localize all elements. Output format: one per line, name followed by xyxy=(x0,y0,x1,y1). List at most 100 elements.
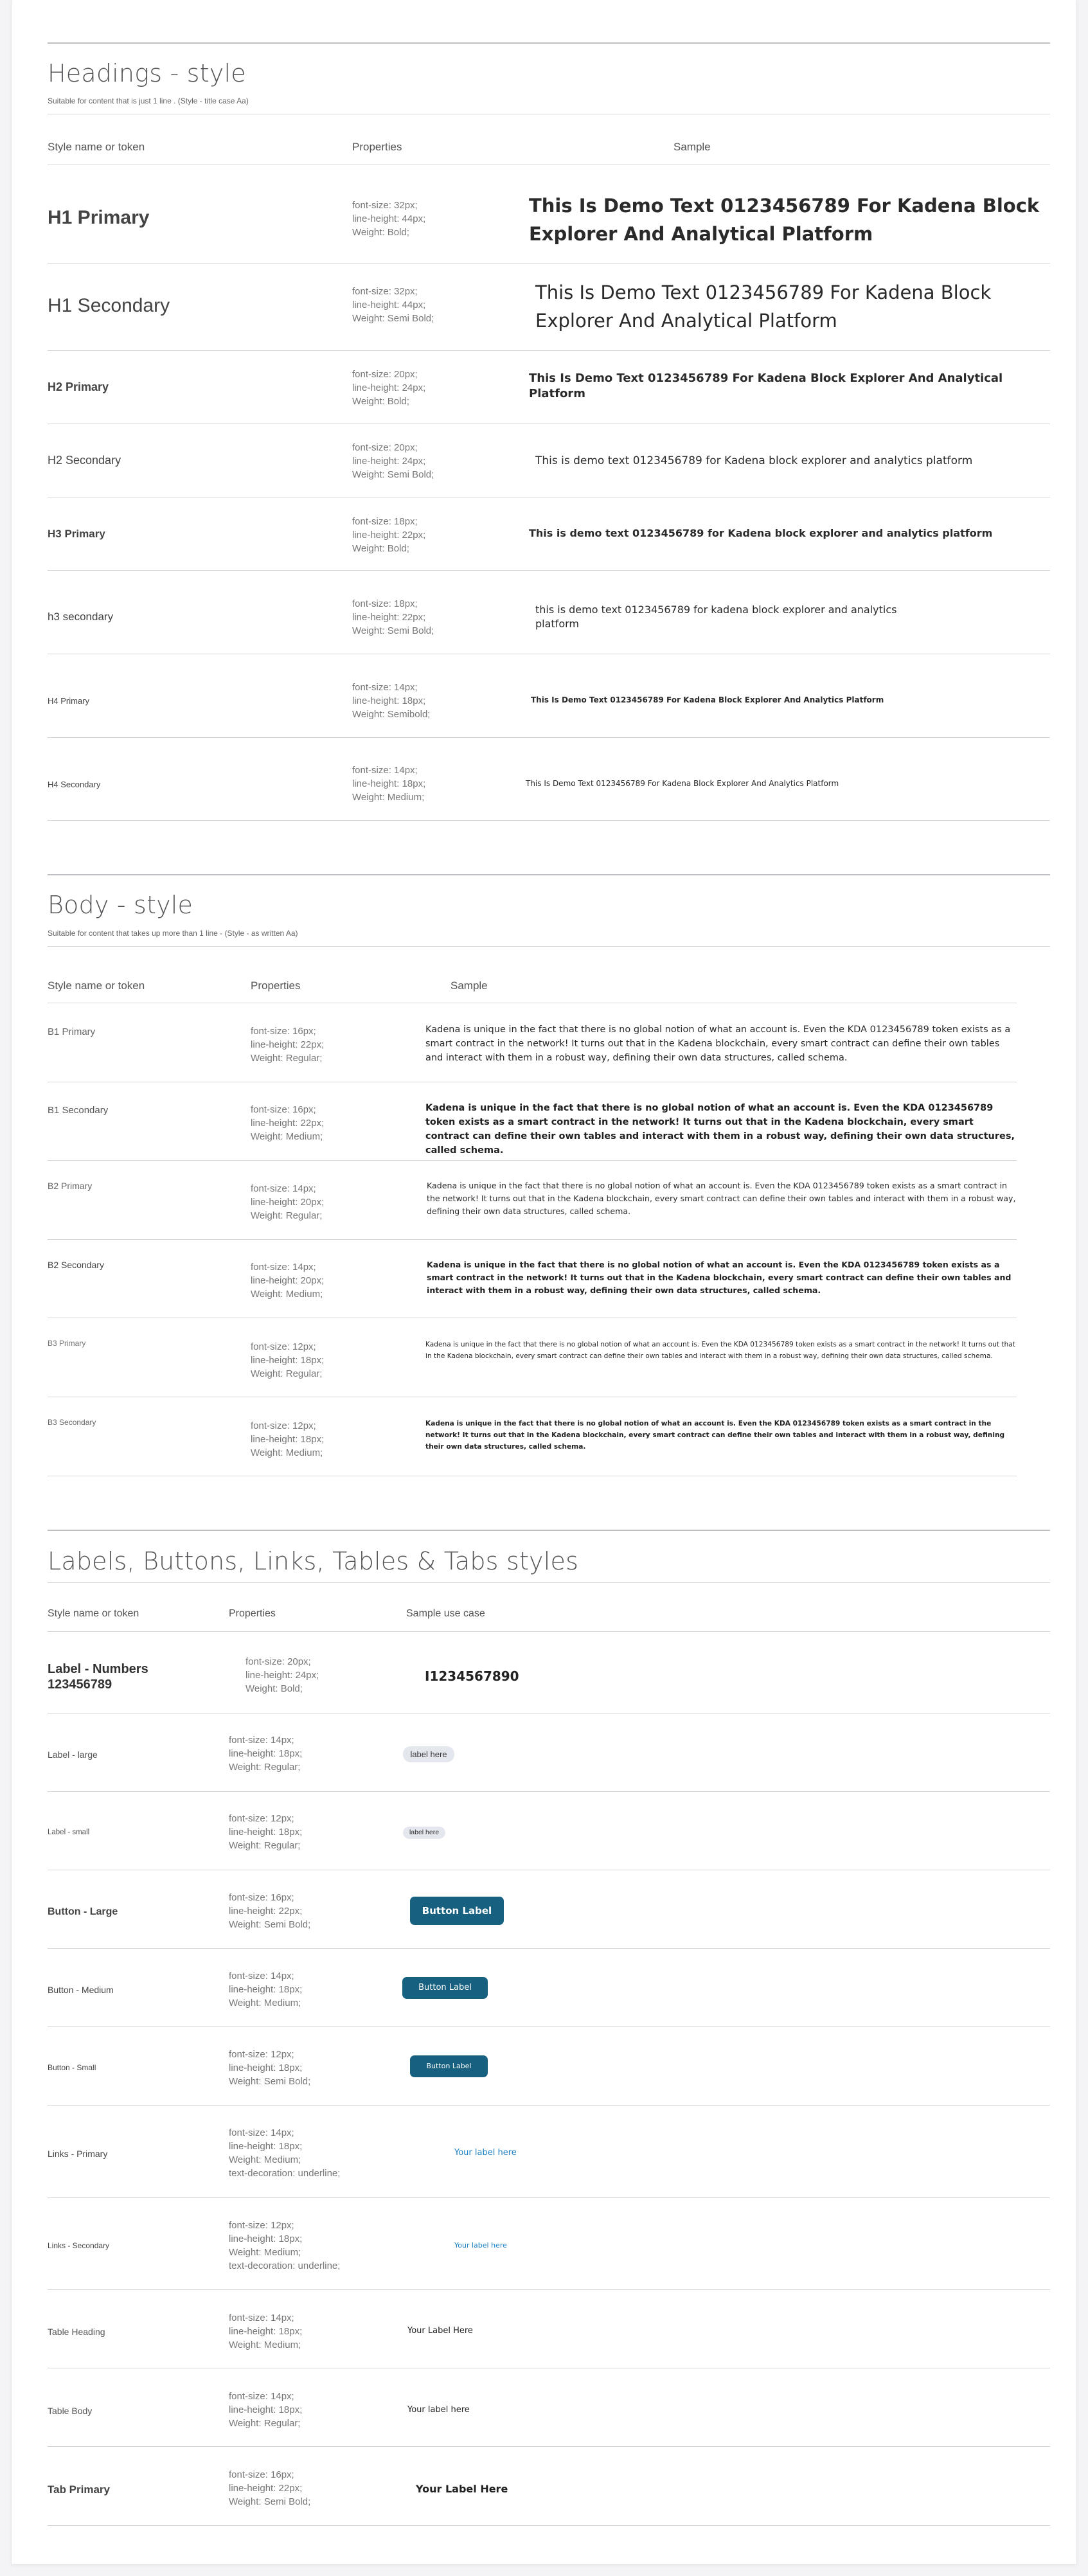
label-small-sample: label here xyxy=(403,1827,445,1839)
style-properties: font-size: 18px; line-height: 22px; Weig… xyxy=(352,598,434,636)
style-sample: Kadena is unique in the fact that there … xyxy=(425,1420,1005,1451)
button-large-sample[interactable]: Button Label xyxy=(410,1897,504,1925)
style-name: B1 Secondary xyxy=(48,1105,109,1116)
style-properties: font-size: 14px; line-height: 18px; Weig… xyxy=(229,2127,341,2179)
style-properties: font-size: 14px; line-height: 18px; Weig… xyxy=(352,765,426,803)
style-sample: This Is Demo Text 0123456789 For Kadena … xyxy=(535,282,992,332)
style-properties: font-size: 14px; line-height: 18px; Weig… xyxy=(352,682,431,720)
style-name: H3 Primary xyxy=(48,528,105,540)
divider xyxy=(48,2026,1050,2027)
style-name: h3 secondary xyxy=(48,611,114,623)
style-name: Label - Numbers 123456789 xyxy=(48,1662,148,1692)
style-name: B2 Secondary xyxy=(48,1260,104,1270)
divider xyxy=(48,1239,1017,1240)
section-title-body: Body - style xyxy=(48,891,193,919)
divider xyxy=(48,737,1050,738)
style-name: H4 Primary xyxy=(48,696,90,706)
column-header-name: Style name or token xyxy=(48,1608,139,1619)
style-sample: This is demo text 0123456789 for Kadena … xyxy=(535,454,973,467)
column-header-properties: Properties xyxy=(352,141,402,153)
style-sample: Kadena is unique in the fact that there … xyxy=(427,1260,1012,1295)
link-secondary-sample[interactable]: Your label here xyxy=(454,2241,507,2250)
style-properties: font-size: 14px; line-height: 20px; Weig… xyxy=(251,1262,325,1300)
style-properties: font-size: 12px; line-height: 18px; Weig… xyxy=(229,2049,311,2087)
divider xyxy=(48,2446,1050,2447)
divider xyxy=(48,42,1050,44)
style-properties: font-size: 14px; line-height: 18px; Weig… xyxy=(229,2312,303,2350)
style-name: Button - Small xyxy=(48,2063,96,2072)
style-name: H1 Secondary xyxy=(48,295,170,316)
style-properties: font-size: 12px; line-height: 18px; Weig… xyxy=(251,1420,325,1458)
section-subtitle-headings: Suitable for content that is just 1 line… xyxy=(48,96,249,105)
style-properties: font-size: 18px; line-height: 22px; Weig… xyxy=(352,516,426,554)
divider xyxy=(48,1948,1050,1949)
style-name: Button - Medium xyxy=(48,1985,114,1995)
column-header-properties: Properties xyxy=(251,979,301,992)
button-small-sample[interactable]: Button Label xyxy=(410,2055,488,2077)
style-properties: font-size: 16px; line-height: 22px; Weig… xyxy=(229,2469,311,2507)
style-sample: this is demo text 0123456789 for kadena … xyxy=(535,604,897,630)
style-name: B1 Primary xyxy=(48,1026,96,1037)
style-name: B3 Primary xyxy=(48,1339,86,1348)
divider xyxy=(48,1791,1050,1792)
section-subtitle-body: Suitable for content that takes up more … xyxy=(48,929,298,938)
style-properties: font-size: 14px; line-height: 18px; Weig… xyxy=(229,1735,303,1773)
style-properties: font-size: 14px; line-height: 18px; Weig… xyxy=(229,2391,303,2429)
style-name: B2 Primary xyxy=(48,1181,93,1191)
style-properties: font-size: 14px; line-height: 20px; Weig… xyxy=(251,1183,325,1221)
style-sample: This Is Demo Text 0123456789 For Kadena … xyxy=(531,695,884,704)
style-properties: font-size: 14px; line-height: 18px; Weig… xyxy=(229,1971,303,2008)
style-sample: This is demo text 0123456789 for Kadena … xyxy=(529,527,993,539)
style-name: Table Body xyxy=(48,2406,93,2416)
divider xyxy=(48,2105,1050,2106)
style-name: Label - small xyxy=(48,1829,90,1836)
style-name: Label - large xyxy=(48,1749,98,1760)
column-header-sample: Sample xyxy=(673,141,711,153)
style-sample: Kadena is unique in the fact that there … xyxy=(425,1103,1015,1156)
style-name: Tab Primary xyxy=(48,2483,111,2496)
style-properties: font-size: 12px; line-height: 18px; Weig… xyxy=(229,1813,303,1851)
column-header-properties: Properties xyxy=(229,1608,276,1619)
tab-primary-sample[interactable]: Your Label Here xyxy=(416,2483,508,2495)
label-numbers-sample: I1234567890 xyxy=(425,1668,519,1684)
divider xyxy=(48,570,1050,571)
divider xyxy=(48,946,1050,947)
column-header-sample: Sample xyxy=(450,979,488,992)
column-header-name: Style name or token xyxy=(48,141,145,153)
divider xyxy=(48,2197,1050,2198)
style-name: H1 Primary xyxy=(48,207,150,228)
style-properties: font-size: 12px; line-height: 18px; Weig… xyxy=(229,2220,341,2271)
style-properties: font-size: 32px; line-height: 44px; Weig… xyxy=(352,286,434,324)
divider xyxy=(48,2289,1050,2290)
style-properties: font-size: 20px; line-height: 24px; Weig… xyxy=(352,369,426,407)
section-title-labels: Labels, Buttons, Links, Tables & Tabs st… xyxy=(48,1547,579,1575)
style-properties: font-size: 12px; line-height: 18px; Weig… xyxy=(251,1341,325,1379)
style-properties: font-size: 16px; line-height: 22px; Weig… xyxy=(251,1104,325,1142)
style-sample: Kadena is unique in the fact that there … xyxy=(425,1024,1011,1063)
divider xyxy=(48,820,1050,821)
section-title-headings: Headings - style xyxy=(48,59,246,87)
style-properties: font-size: 20px; line-height: 24px; Weig… xyxy=(245,1656,319,1694)
typography-sheet: Headings - style Suitable for content th… xyxy=(11,0,1077,2564)
divider xyxy=(48,2525,1050,2526)
style-properties: font-size: 16px; line-height: 22px; Weig… xyxy=(251,1026,325,1064)
divider xyxy=(48,350,1050,351)
style-properties: font-size: 16px; line-height: 22px; Weig… xyxy=(229,1892,311,1930)
style-name: Links - Primary xyxy=(48,2149,108,2159)
style-sample: This Is Demo Text 0123456789 For Kadena … xyxy=(529,195,1040,245)
style-name: Table Heading xyxy=(48,2327,105,2337)
button-medium-sample[interactable]: Button Label xyxy=(402,1977,488,1999)
column-header-name: Style name or token xyxy=(48,979,145,992)
divider xyxy=(48,1582,1050,1583)
style-properties: font-size: 32px; line-height: 44px; Weig… xyxy=(352,200,426,238)
link-primary-sample[interactable]: Your label here xyxy=(454,2148,517,2158)
column-header-sample: Sample use case xyxy=(406,1608,485,1619)
style-sample: This Is Demo Text 0123456789 For Kadena … xyxy=(526,779,839,788)
divider xyxy=(48,263,1050,264)
style-name: H2 Primary xyxy=(48,380,109,393)
divider xyxy=(48,1160,1017,1161)
divider xyxy=(48,874,1050,875)
style-name: Links - Secondary xyxy=(48,2241,110,2250)
style-name: Button - Large xyxy=(48,1906,118,1917)
style-name: B3 Secondary xyxy=(48,1418,96,1427)
